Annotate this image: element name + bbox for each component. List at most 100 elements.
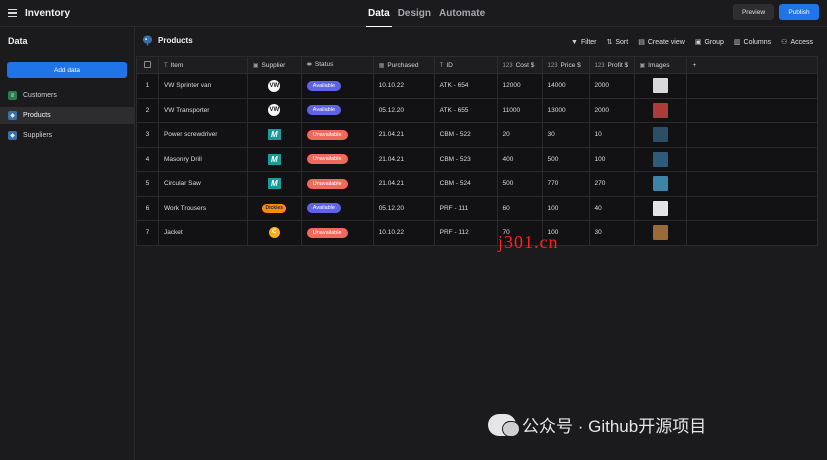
column-header-price[interactable]: 123 Price $ [541,56,590,74]
add-column-button[interactable]: + [686,56,818,74]
row-number: 4 [136,146,159,172]
filter-button[interactable]: ▼ Filter [571,38,597,46]
cell-profit[interactable]: 30 [588,220,635,246]
cell-price[interactable]: 100 [541,195,590,221]
cell-images[interactable] [633,146,688,172]
cell-item[interactable]: Circular Saw [157,171,248,197]
hamburger-menu-icon[interactable] [8,9,17,17]
column-header-id[interactable]: T ID [433,56,498,74]
cell-cost[interactable]: 20 [496,122,543,148]
preview-button[interactable]: Preview [733,4,774,20]
cell-price[interactable]: 500 [541,146,590,172]
cell-supplier[interactable]: M [246,122,302,148]
tab-data[interactable]: Data [366,0,392,27]
cell-supplier[interactable]: M [246,171,302,197]
cell-id[interactable]: ATK - 655 [433,97,498,123]
cell-profit[interactable]: 270 [588,171,635,197]
cell-id[interactable]: CBM - 522 [433,122,498,148]
cell-item[interactable]: Work Trousers [157,195,248,221]
cell-item[interactable]: VW Sprinter van [157,73,248,99]
cell-profit[interactable]: 2000 [588,73,635,99]
column-header-profit[interactable]: 123 Profit $ [588,56,635,74]
cell-price[interactable]: 30 [541,122,590,148]
cell-purchased[interactable]: 21.04.21 [372,122,435,148]
cell-images[interactable] [633,195,688,221]
cell-images[interactable] [633,73,688,99]
sidebar-item-suppliers[interactable]: ◆ Suppliers [0,127,134,144]
group-button[interactable]: ▣ Group [695,38,724,47]
cell-images[interactable] [633,220,688,246]
cell-cost[interactable]: 400 [496,146,543,172]
column-header-purchased[interactable]: ▦ Purchased [372,56,435,74]
sidebar-item-customers[interactable]: ≡ Customers [0,87,134,104]
cell-purchased[interactable]: 10.10.22 [372,220,435,246]
cell-price[interactable]: 14000 [541,73,590,99]
cell-cost[interactable]: 500 [496,171,543,197]
cell-status[interactable]: Unavailable [300,122,374,148]
cell-purchased[interactable]: 21.04.21 [372,146,435,172]
table-row[interactable]: 4 Masonry Drill M Unavailable 21.04.21 CBM - … [136,146,818,172]
column-header-cost[interactable]: 123 Cost $ [496,56,543,74]
cell-images[interactable] [633,171,688,197]
column-header-status[interactable]: ⬬ Status [300,56,374,74]
table-row[interactable]: 2 VW Transporter VW Available 05.12.20 ATK - … [136,97,818,123]
cell-id[interactable]: CBM - 523 [433,146,498,172]
table-row[interactable]: 6 Work Trousers Dickies Available 05.12.20 PR… [136,195,818,221]
cell-supplier[interactable]: VW [246,73,302,99]
cell-purchased[interactable]: 10.10.22 [372,73,435,99]
cell-status[interactable]: Unavailable [300,146,374,172]
cell-images[interactable] [633,97,688,123]
access-button[interactable]: ⚇ Access [781,38,813,47]
cell-supplier[interactable]: M [246,146,302,172]
table-row[interactable]: 1 VW Sprinter van VW Available 10.10.22 ATK -… [136,73,818,99]
column-label: ID [446,61,453,69]
cell-supplier[interactable]: VW [246,97,302,123]
cell-status[interactable]: Unavailable [300,171,374,197]
cell-id[interactable]: ATK - 654 [433,73,498,99]
cell-status[interactable]: Available [300,97,374,123]
publish-button[interactable]: Publish [779,4,819,20]
tab-design[interactable]: Design [396,0,433,27]
cell-cost[interactable]: 60 [496,195,543,221]
cell-purchased[interactable]: 05.12.20 [372,97,435,123]
cell-purchased[interactable]: 05.12.20 [372,195,435,221]
cell-item[interactable]: Masonry Drill [157,146,248,172]
sidebar-item-products[interactable]: ◆ Products [0,107,134,124]
cell-profit[interactable]: 10 [588,122,635,148]
cell-supplier[interactable]: C [246,220,302,246]
number-type-icon: 123 [547,62,558,69]
cell-id[interactable]: PRF - 112 [433,220,498,246]
cell-cost[interactable]: 12000 [496,73,543,99]
cell-cost[interactable]: 11000 [496,97,543,123]
columns-button[interactable]: ▥ Columns [734,38,771,47]
cell-id[interactable]: PRF - 111 [433,195,498,221]
cell-supplier[interactable]: Dickies [246,195,302,221]
table-row[interactable]: 7 Jacket C Unavailable 10.10.22 PRF - 112 70 10… [136,220,818,246]
cell-profit[interactable]: 2000 [588,97,635,123]
cell-images[interactable] [633,122,688,148]
cell-id[interactable]: CBM - 524 [433,171,498,197]
column-header-supplier[interactable]: ▣ Supplier [246,56,302,74]
cell-item[interactable]: Jacket [157,220,248,246]
cell-purchased[interactable]: 21.04.21 [372,171,435,197]
create-view-button[interactable]: ▤ Create view [638,38,685,47]
add-data-button[interactable]: Add data [7,62,127,78]
table-title-label: Products [158,36,193,45]
sort-button[interactable]: ⇅ Sort [607,38,629,47]
column-header-images[interactable]: ▣ Images [633,56,688,74]
tab-automate[interactable]: Automate [437,0,487,27]
status-badge: Available [306,80,342,91]
cell-profit[interactable]: 100 [588,146,635,172]
cell-status[interactable]: Unavailable [300,220,374,246]
select-all-checkbox[interactable] [136,56,159,74]
cell-price[interactable]: 13000 [541,97,590,123]
table-row[interactable]: 5 Circular Saw M Unavailable 21.04.21 CBM - 5… [136,171,818,197]
cell-profit[interactable]: 40 [588,195,635,221]
cell-price[interactable]: 770 [541,171,590,197]
cell-item[interactable]: Power screwdriver [157,122,248,148]
cell-status[interactable]: Available [300,73,374,99]
cell-item[interactable]: VW Transporter [157,97,248,123]
cell-status[interactable]: Available [300,195,374,221]
table-row[interactable]: 3 Power screwdriver M Unavailable 21.04.21 CB… [136,122,818,148]
column-header-item[interactable]: T Item [157,56,248,74]
